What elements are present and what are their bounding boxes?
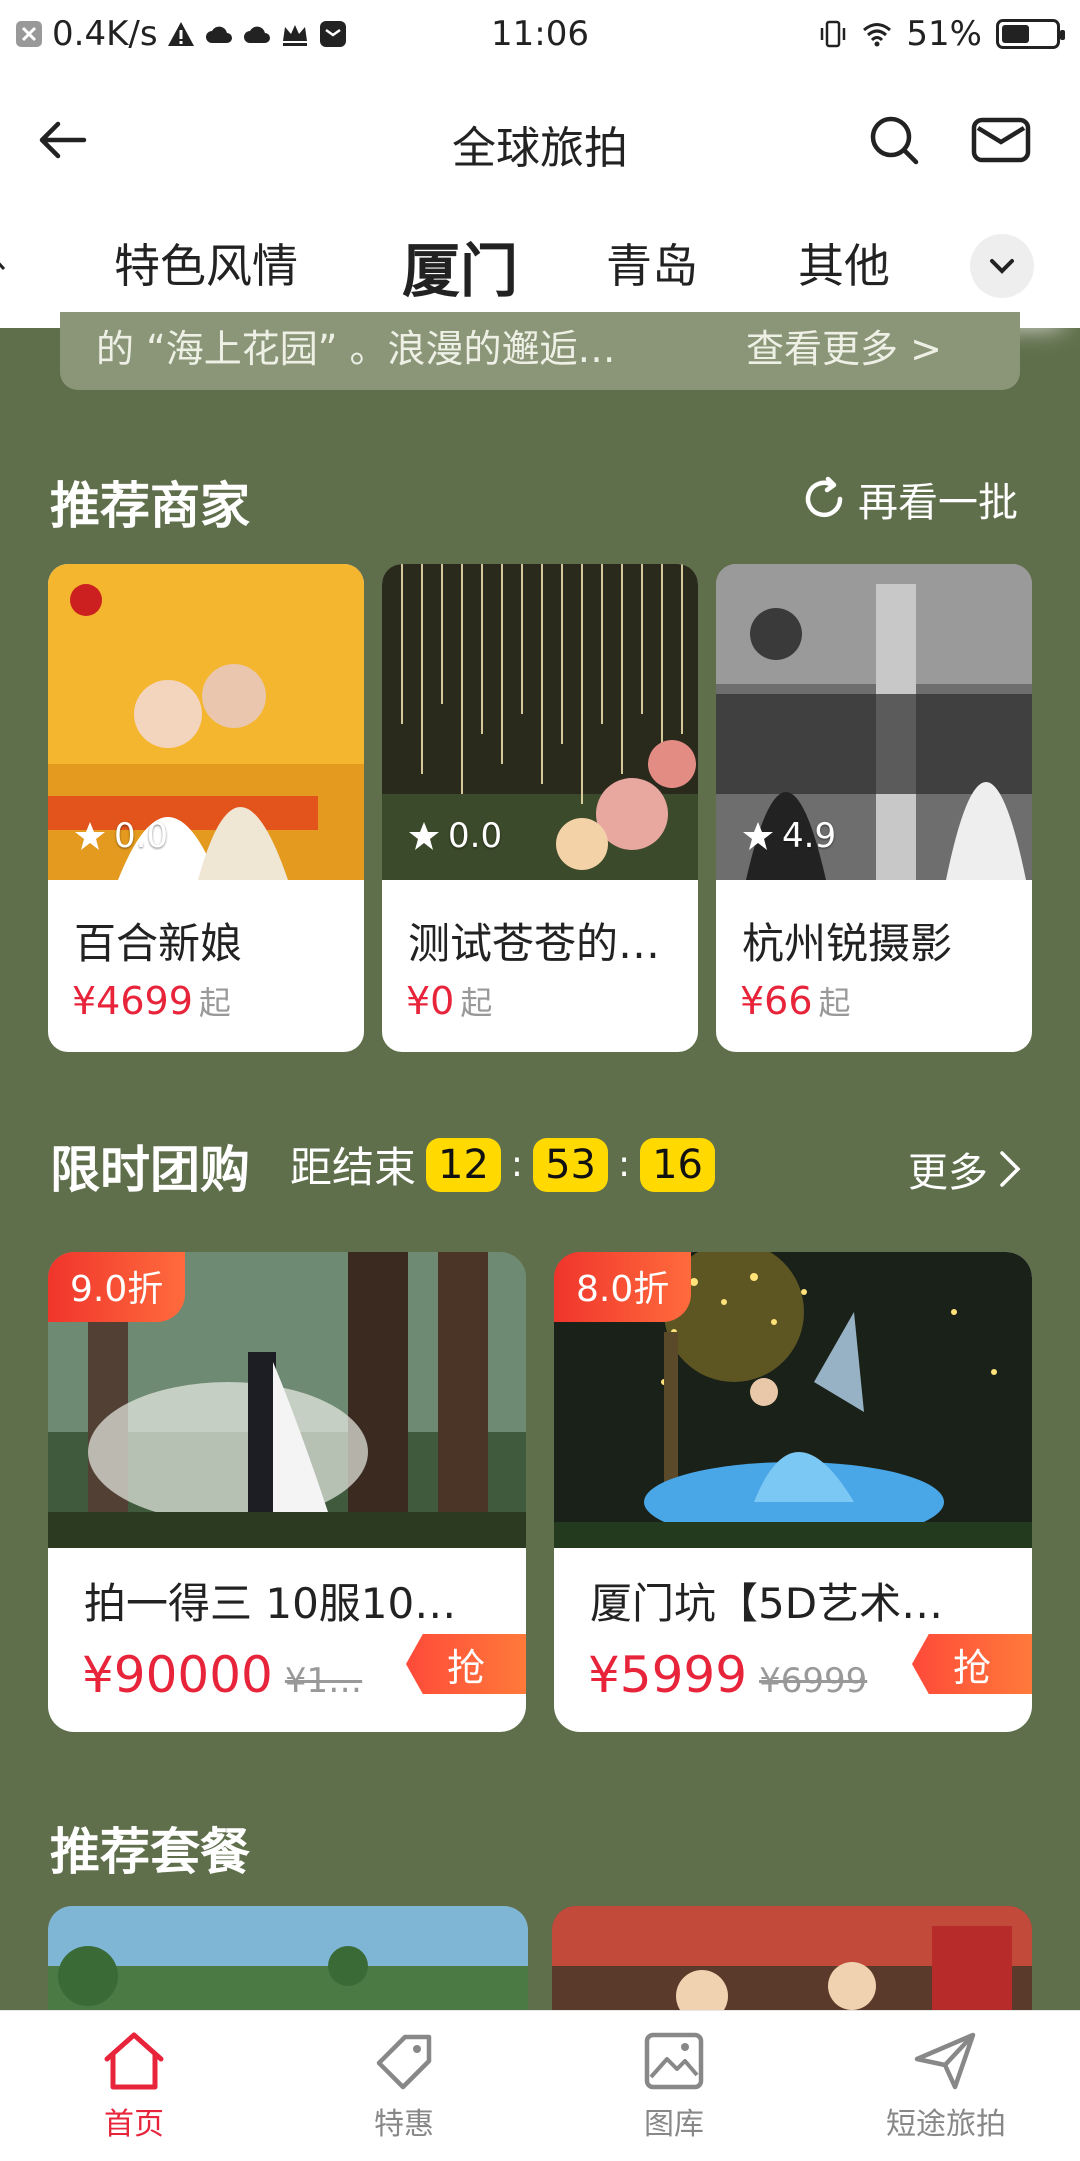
destination-intro[interactable]: 的 “海上花园” 。浪漫的邂逅… 查看更多 > xyxy=(60,312,1020,390)
group-buy-name: 厦门坑【5D艺术… xyxy=(590,1579,944,1628)
nav-deals[interactable]: 特惠 xyxy=(304,2029,504,2143)
discount-badge: 9.0折 xyxy=(48,1252,186,1322)
group-buy-price: ¥90000 ¥1… xyxy=(82,1646,363,1704)
merchant-price: ¥66 起 xyxy=(740,979,851,1023)
battery-icon xyxy=(996,19,1065,49)
intro-more-link[interactable]: 查看更多 > xyxy=(746,318,942,373)
tab-expand-button[interactable] xyxy=(970,234,1034,298)
tag-icon xyxy=(376,2034,432,2090)
chevron-right-icon xyxy=(1000,1151,1021,1187)
merchant-name: 杭州锐摄影 xyxy=(742,919,953,968)
merchant-name: 测试苍苍的… xyxy=(408,919,661,968)
discount-badge: 8.0折 xyxy=(554,1252,692,1322)
tab-scroll-left-icon xyxy=(0,262,6,271)
home-icon xyxy=(104,2032,164,2090)
battery-percent: 51% xyxy=(906,14,982,54)
gallery-icon xyxy=(644,2032,704,2090)
group-buy-name: 拍一得三 10服10… xyxy=(84,1579,457,1628)
merchant-rating: 0.0 xyxy=(408,816,502,856)
group-buy-card[interactable]: 8.0折 厦门坑【5D艺术… ¥5999 ¥6999 抢 xyxy=(554,1252,1032,1732)
mail-icon[interactable] xyxy=(970,110,1032,170)
star-icon xyxy=(743,822,773,850)
grab-button[interactable]: 抢 xyxy=(406,1634,526,1694)
tab-tese-fengqing[interactable]: 特色风情 xyxy=(114,230,298,296)
tab-xiamen[interactable]: 厦门 xyxy=(402,224,518,308)
intro-text: 的 “海上花园” 。浪漫的邂逅… xyxy=(96,327,616,371)
countdown-seconds: 16 xyxy=(640,1137,716,1192)
group-buy-price: ¥5999 ¥6999 xyxy=(588,1646,868,1704)
section-title-group-buy: 限时团购 xyxy=(50,1141,250,1199)
bottom-navigation: 首页 特惠 图库 短途旅拍 xyxy=(0,2010,1080,2161)
wifi-icon xyxy=(863,23,892,47)
group-buy-more-link[interactable]: 更多 xyxy=(908,1140,1022,1198)
countdown-minutes: 53 xyxy=(533,1137,608,1192)
status-bar: 0.4K/s 11:06 51% xyxy=(0,0,1080,72)
refresh-label: 再看一批 xyxy=(858,480,1018,526)
section-title-packages: 推荐套餐 xyxy=(50,1823,250,1881)
countdown-label: 距结束 xyxy=(290,1143,417,1192)
refresh-merchants-button[interactable]: 再看一批 xyxy=(800,470,1018,528)
status-right: 51% xyxy=(818,14,1065,54)
merchant-card[interactable]: 4.9 杭州锐摄影 ¥66 起 xyxy=(716,564,1032,1052)
group-buy-card[interactable]: 9.0折 拍一得三 10服10… ¥90000 ¥1… 抢 xyxy=(48,1252,526,1732)
nav-home[interactable]: 首页 xyxy=(34,2029,234,2143)
paper-plane-icon xyxy=(914,2032,976,2090)
merchant-name: 百合新娘 xyxy=(74,919,243,968)
vibrate-icon xyxy=(821,20,846,48)
category-tabs: 特色风情 厦门 青岛 其他 xyxy=(0,204,1080,328)
countdown-timer: 距结束 12 : 53 : 16 xyxy=(290,1134,716,1195)
nav-short-trip[interactable]: 短途旅拍 xyxy=(846,2029,1046,2143)
merchant-card[interactable]: 0.0 百合新娘 ¥4699 起 xyxy=(48,564,364,1052)
merchant-price: ¥4699 起 xyxy=(72,979,231,1023)
refresh-icon xyxy=(805,476,843,518)
countdown-hours: 12 xyxy=(426,1137,501,1192)
merchant-rating: 0.0 xyxy=(74,816,168,856)
grab-button[interactable]: 抢 xyxy=(912,1634,1032,1694)
nav-gallery[interactable]: 图库 xyxy=(574,2029,774,2143)
merchant-card[interactable]: 0.0 测试苍苍的… ¥0 起 xyxy=(382,564,698,1052)
search-icon[interactable] xyxy=(864,110,924,170)
star-icon xyxy=(409,822,439,850)
tab-qingdao[interactable]: 青岛 xyxy=(606,230,698,296)
section-title-merchants: 推荐商家 xyxy=(50,477,250,535)
original-price: ¥6999 xyxy=(759,1661,868,1701)
star-icon xyxy=(75,822,105,850)
app-header: 全球旅拍 xyxy=(0,72,1080,204)
merchant-rating: 4.9 xyxy=(742,816,836,856)
original-price: ¥1… xyxy=(284,1661,363,1701)
chevron-down-icon xyxy=(990,259,1014,274)
merchant-price: ¥0 起 xyxy=(406,979,493,1023)
tab-other[interactable]: 其他 xyxy=(798,230,890,296)
